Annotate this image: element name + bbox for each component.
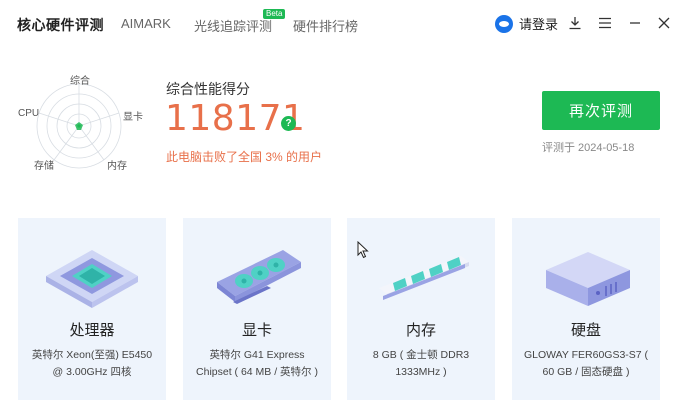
top-bar: 核心硬件评测 AIMARK 光线追踪评测 Beta 硬件排行榜 请登录 xyxy=(0,0,682,46)
cpu-card[interactable]: 处理器 英特尔 Xeon(至强) E5450 @ 3.00GHz 四核 xyxy=(18,218,166,400)
minimize-icon xyxy=(630,22,640,24)
retest-button[interactable]: 再次评测 xyxy=(542,91,660,130)
score-caption: 综合性能得分 xyxy=(166,81,250,97)
close-icon xyxy=(658,17,670,29)
memory-card-title: 内存 xyxy=(405,322,436,339)
graphics-card-icon xyxy=(217,250,301,304)
menu-icon xyxy=(599,17,611,29)
login-button[interactable]: 请登录 xyxy=(495,14,558,33)
download-icon xyxy=(569,17,581,30)
close-button[interactable] xyxy=(656,13,672,33)
memory-card-desc: 8 GB ( 金士顿 DDR3 1333MHz ) xyxy=(372,349,470,378)
radar-label-overall: 综合 xyxy=(70,76,90,87)
disk-card-title: 硬盘 xyxy=(570,322,601,339)
radar-label-storage: 存储 xyxy=(34,161,54,172)
test-date: 评测于 2024-05-18 xyxy=(542,142,635,154)
radar-label-cpu: CPU xyxy=(18,108,40,119)
cpu-card-desc: 英特尔 Xeon(至强) E5450 @ 3.00GHz 四核 xyxy=(31,349,153,378)
nav-hardware-ranking[interactable]: 硬件排行榜 xyxy=(293,16,358,35)
nav-aimark[interactable]: AIMARK xyxy=(121,16,171,31)
menu-button[interactable] xyxy=(597,13,613,33)
performance-radar-chart: 综合 显卡 内存 存储 CPU xyxy=(12,66,158,182)
cpu-chip-icon xyxy=(46,250,138,308)
disk-card[interactable]: 硬盘 GLOWAY FER60GS3-S7 ( 60 GB / 固态硬盘 ) xyxy=(512,218,660,400)
ranking-text: 此电脑击败了全国 3% 的用户 xyxy=(166,150,323,164)
download-button[interactable] xyxy=(567,13,583,33)
gpu-card-desc: 英特尔 G41 Express Chipset ( 64 MB / 英特尔 ) xyxy=(196,349,318,378)
beta-badge: Beta xyxy=(263,9,286,19)
memory-card[interactable]: 内存 8 GB ( 金士顿 DDR3 1333MHz ) xyxy=(347,218,495,400)
radar-label-gpu: 显卡 xyxy=(123,112,143,123)
user-avatar-icon xyxy=(495,14,513,33)
app-title: 核心硬件评测 xyxy=(17,17,104,33)
mouse-cursor-icon xyxy=(357,241,369,259)
help-icon[interactable]: ? xyxy=(281,116,296,131)
memory-stick-icon xyxy=(379,256,469,300)
hard-disk-icon xyxy=(546,252,630,306)
cpu-card-title: 处理器 xyxy=(69,322,115,339)
nav-ray-tracing[interactable]: 光线追踪评测 xyxy=(194,16,272,35)
disk-card-desc: GLOWAY FER60GS3-S7 ( 60 GB / 固态硬盘 ) xyxy=(523,349,649,378)
gpu-card-title: 显卡 xyxy=(241,322,272,339)
radar-label-memory: 内存 xyxy=(107,161,127,172)
gpu-card[interactable]: 显卡 英特尔 G41 Express Chipset ( 64 MB / 英特尔… xyxy=(183,218,331,400)
minimize-button[interactable] xyxy=(627,13,643,33)
login-label: 请登录 xyxy=(519,17,559,32)
